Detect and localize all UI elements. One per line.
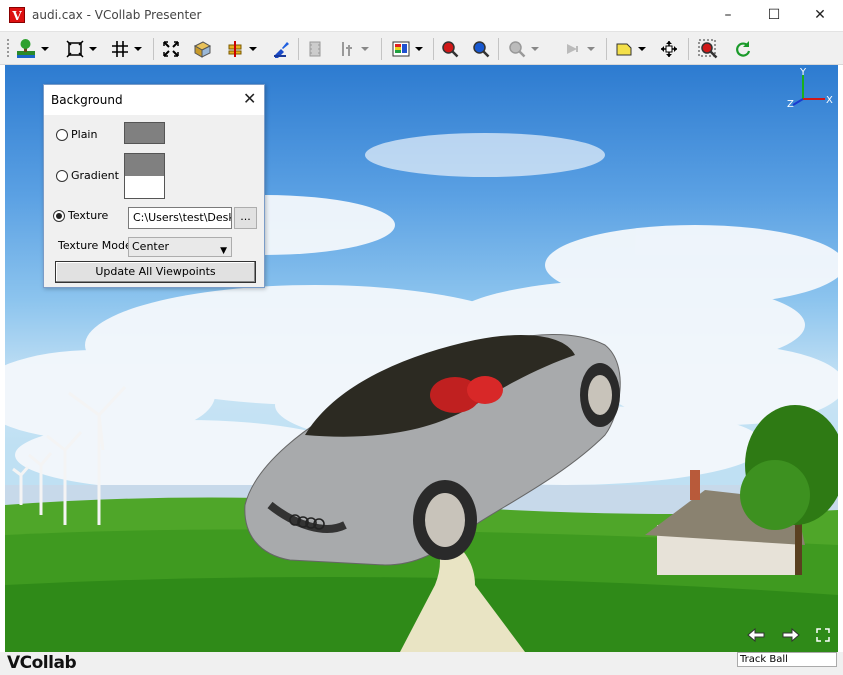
- zoom-in-icon: [441, 40, 459, 58]
- title-bar: V audi.cax - VCollab Presenter – ☐ ✕: [0, 0, 843, 31]
- zoom-box-icon: [698, 39, 718, 59]
- legend-icon: [392, 40, 410, 58]
- zoom-region-icon: [508, 40, 526, 58]
- vcollab-logo: VCollab: [7, 653, 77, 673]
- paint-button[interactable]: [272, 38, 290, 60]
- close-window-button[interactable]: ✕: [797, 0, 843, 31]
- fit-view-icon: [66, 40, 84, 58]
- main-toolbar: [0, 31, 843, 65]
- next-viewpoint-button[interactable]: [782, 627, 800, 646]
- texture-label: Texture: [68, 209, 109, 222]
- explode-icon: [162, 40, 180, 58]
- texture-radio[interactable]: [53, 210, 65, 222]
- toolbar-separator: [688, 38, 689, 60]
- axis-triad: Y X Z: [787, 67, 833, 109]
- explode-button[interactable]: [162, 38, 180, 60]
- close-icon[interactable]: ✕: [243, 90, 256, 108]
- probe-icon: [338, 40, 356, 58]
- zoom-in-button[interactable]: [441, 38, 459, 60]
- toolbar-separator: [498, 38, 499, 60]
- chevron-down-icon[interactable]: [134, 47, 142, 51]
- toolbar-separator: [381, 38, 382, 60]
- zoom-region-button[interactable]: [508, 38, 539, 60]
- chevron-down-icon[interactable]: [249, 47, 257, 51]
- fit-view-button[interactable]: [66, 38, 97, 60]
- probe-button[interactable]: [338, 38, 369, 60]
- animation-icon: [306, 40, 324, 58]
- axis-x-label: X: [826, 95, 833, 106]
- grid-button[interactable]: [111, 38, 142, 60]
- fullscreen-icon: [816, 628, 830, 642]
- zoom-out-button[interactable]: [472, 38, 490, 60]
- maximize-button[interactable]: ☐: [751, 0, 797, 31]
- background-scene-button[interactable]: [16, 38, 49, 60]
- legend-button[interactable]: [392, 38, 423, 60]
- cube-view-button[interactable]: [192, 38, 212, 60]
- chevron-down-icon[interactable]: [531, 47, 539, 51]
- toolbar-separator: [153, 38, 154, 60]
- pan-button[interactable]: [660, 38, 678, 60]
- toolbar-grip[interactable]: [7, 39, 9, 59]
- paint-icon: [272, 40, 290, 58]
- minimize-button[interactable]: –: [705, 0, 751, 31]
- dialog-title: Background: [51, 93, 123, 107]
- pan-icon: [660, 40, 678, 58]
- texture-path-input[interactable]: C:\Users\test\Deskt: [128, 207, 232, 229]
- zoom-out-icon: [472, 40, 490, 58]
- axis-z-label: Z: [787, 99, 794, 109]
- chevron-down-icon: ▼: [220, 246, 227, 256]
- background-dialog: Background ✕ Plain Gradient Texture C:\U…: [43, 84, 265, 288]
- plain-color-swatch[interactable]: [124, 122, 165, 144]
- dialog-header: Background ✕: [44, 85, 264, 115]
- section-plane-icon: [226, 40, 244, 58]
- toolbar-separator: [298, 38, 299, 60]
- next-arrow-icon: [782, 627, 800, 643]
- refresh-button[interactable]: [734, 38, 752, 60]
- note-button[interactable]: [615, 38, 646, 60]
- grid-icon: [111, 40, 129, 58]
- cube-view-icon: [192, 40, 212, 58]
- plain-label: Plain: [71, 128, 98, 141]
- gradient-radio[interactable]: [56, 170, 68, 182]
- window-title: audi.cax - VCollab Presenter: [32, 8, 202, 22]
- interaction-mode-status: Track Ball: [737, 652, 837, 667]
- toolbar-separator: [606, 38, 607, 60]
- section-plane-button[interactable]: [226, 38, 257, 60]
- chevron-down-icon[interactable]: [415, 47, 423, 51]
- chevron-down-icon[interactable]: [638, 47, 646, 51]
- chevron-down-icon[interactable]: [587, 47, 595, 51]
- texture-mode-value: Center: [132, 240, 170, 253]
- gradient-label: Gradient: [71, 169, 119, 182]
- texture-mode-label: Texture Mode: [58, 239, 132, 252]
- fullscreen-button[interactable]: [816, 628, 830, 645]
- background-scene-icon: [16, 39, 36, 59]
- axis-y-label: Y: [799, 67, 807, 78]
- gradient-color-swatch[interactable]: [124, 153, 165, 199]
- chevron-down-icon[interactable]: [89, 47, 97, 51]
- browse-button[interactable]: ...: [234, 207, 257, 229]
- chevron-down-icon[interactable]: [361, 47, 369, 51]
- note-icon: [615, 40, 633, 58]
- pointer-icon: [564, 40, 582, 58]
- toolbar-separator: [433, 38, 434, 60]
- vcollab-v-icon[interactable]: V: [9, 7, 25, 23]
- status-bar: VCollab Track Ball: [0, 652, 843, 675]
- plain-radio[interactable]: [56, 129, 68, 141]
- chevron-down-icon[interactable]: [41, 47, 49, 51]
- update-all-viewpoints-button[interactable]: Update All Viewpoints: [55, 261, 256, 283]
- animation-button[interactable]: [306, 38, 324, 60]
- texture-mode-select[interactable]: Center ▼: [128, 237, 232, 257]
- refresh-icon: [734, 40, 752, 58]
- prev-arrow-icon: [747, 627, 765, 643]
- pointer-button[interactable]: [564, 38, 595, 60]
- prev-viewpoint-button[interactable]: [747, 627, 765, 646]
- zoom-box-button[interactable]: [698, 38, 718, 60]
